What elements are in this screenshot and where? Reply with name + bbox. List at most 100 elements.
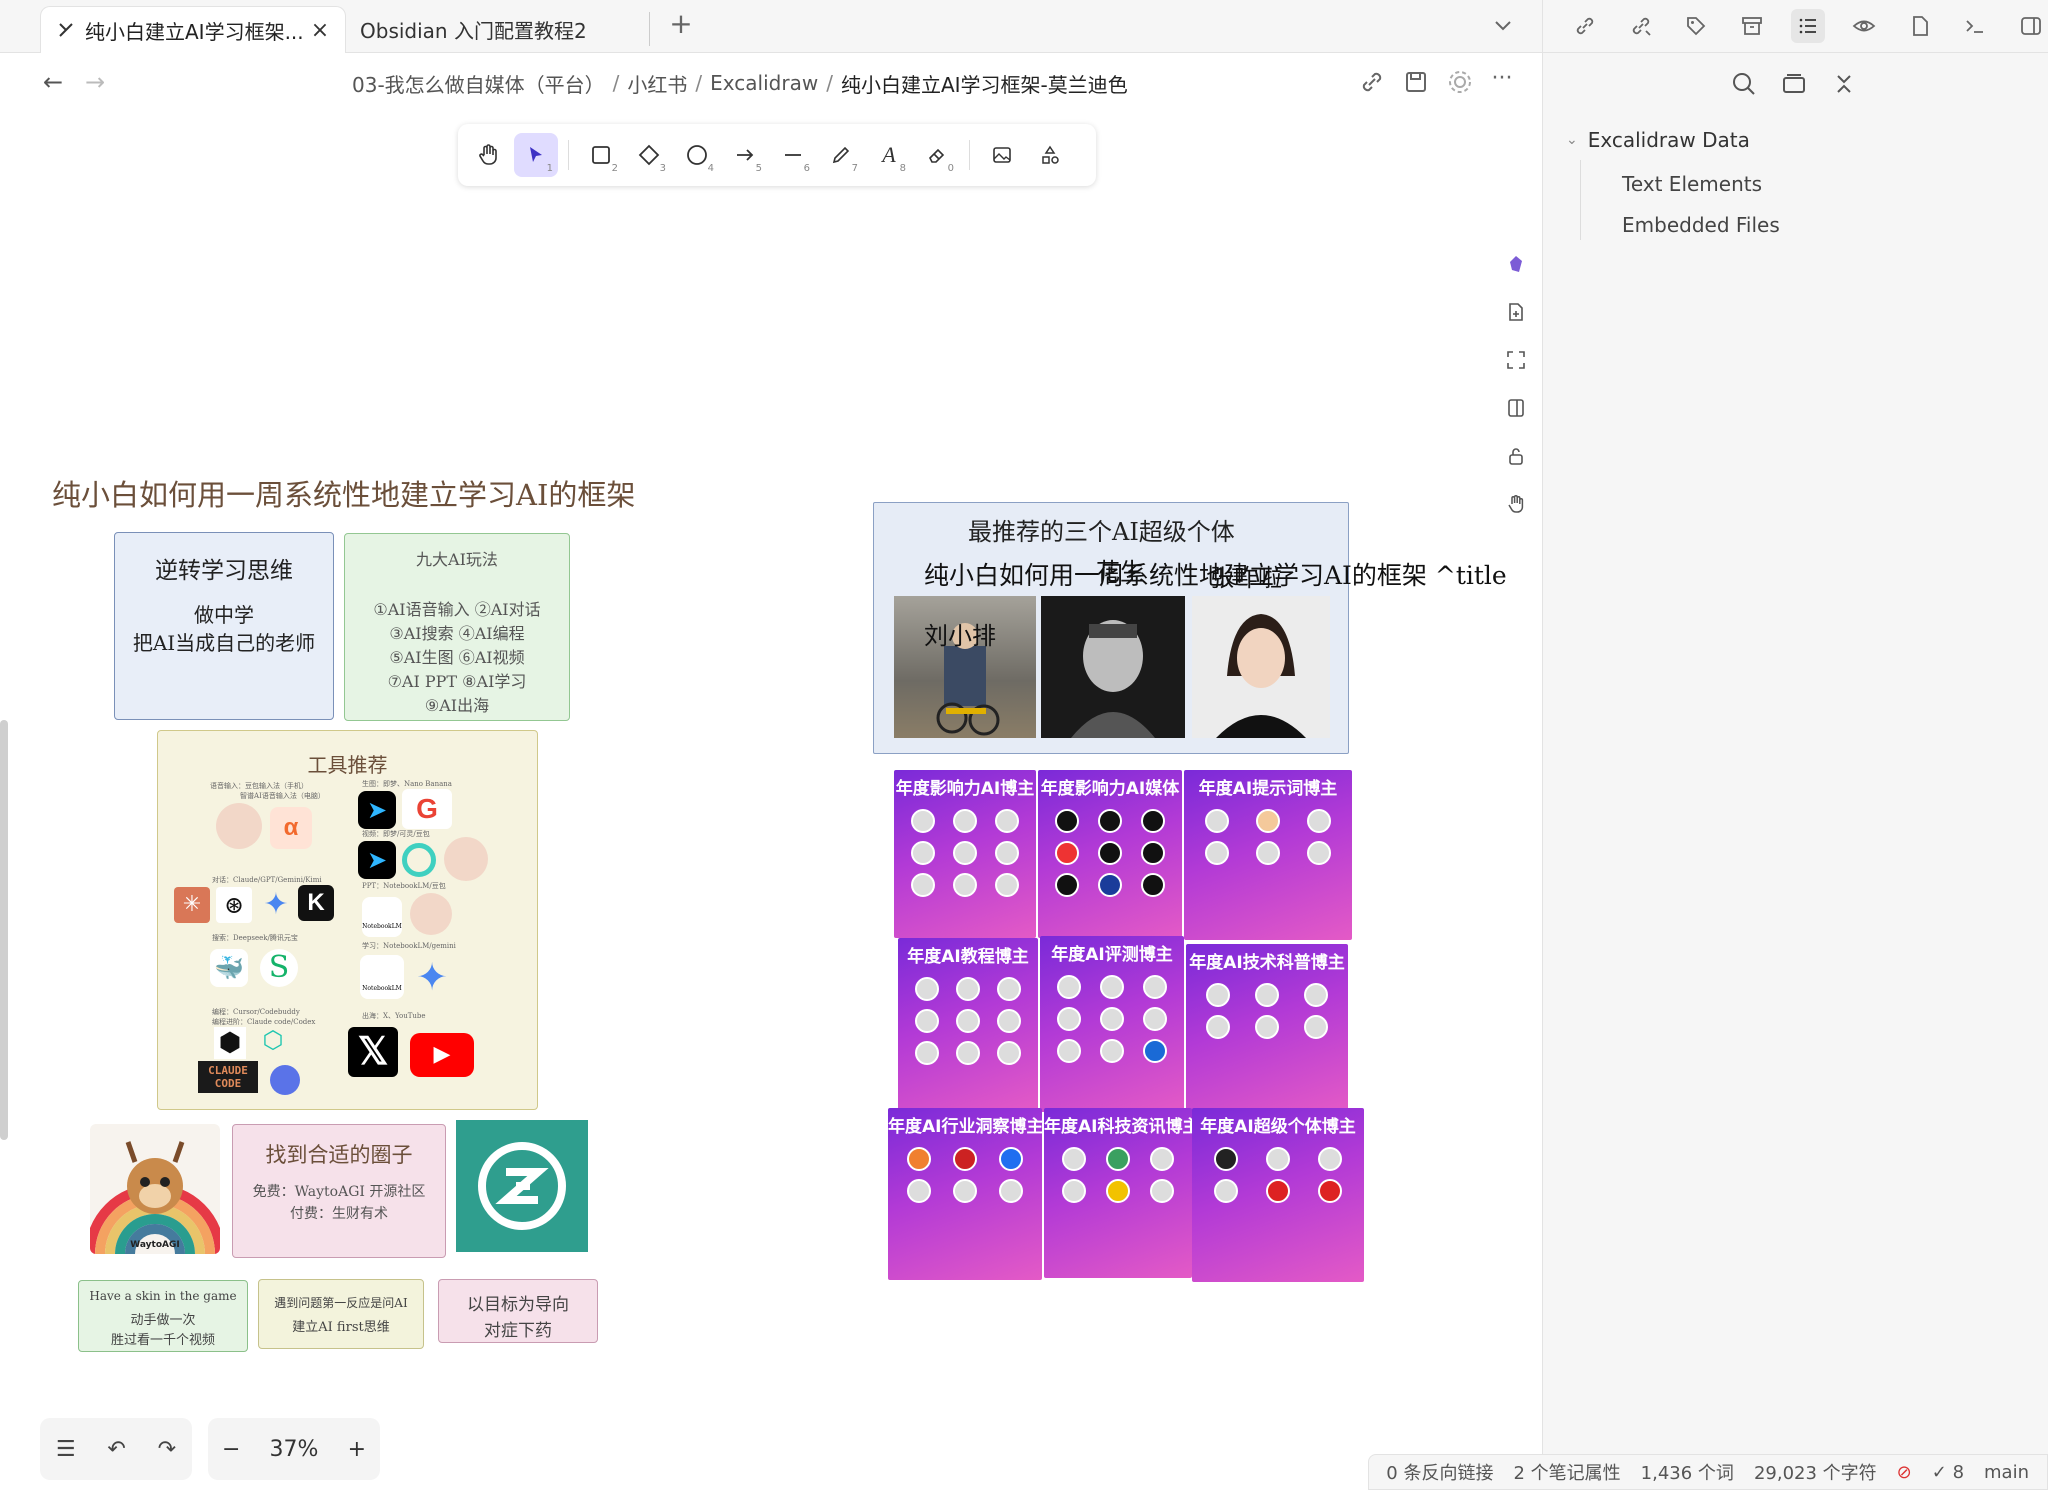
zoom-in-button[interactable]: + — [348, 1437, 366, 1462]
eraser-icon[interactable]: 0 — [915, 133, 959, 177]
breadcrumb: 03-我怎么做自媒体（平台） / 小红书 / Excalidraw / 纯小白建… — [352, 68, 1128, 98]
breadcrumb-current[interactable]: 纯小白建立AI学习框架-莫兰迪色 — [841, 69, 1128, 98]
poster-tutorial-blogger[interactable]: 年度AI教程博主 — [898, 938, 1038, 1110]
badge-ai-first[interactable]: 遇到问题第一反应是问AI 建立AI first思维 — [258, 1279, 424, 1349]
collapse-view-icon[interactable] — [1780, 70, 1810, 100]
tools-recommend-card[interactable]: 工具推荐 语音输入：豆包输入法（手机） 智谱AI语音输入法（电脑） 对话：Cla… — [157, 730, 538, 1110]
zoom-control: − 37% + — [208, 1418, 380, 1480]
pointer-icon[interactable]: 1 — [514, 133, 558, 177]
status-backlinks[interactable]: 0 条反向链接 — [1386, 1459, 1493, 1485]
tab-excalidraw[interactable]: 纯小白建立AI学习框架... × — [40, 6, 346, 53]
sync-off-icon[interactable]: ⊘ — [1897, 1462, 1912, 1483]
right-sidebar-tabs — [1542, 0, 2048, 53]
search-icon[interactable] — [1730, 70, 1760, 100]
right-sidebar — [1542, 0, 2048, 1490]
chevron-down-icon[interactable]: ⌄ — [1566, 132, 1578, 148]
breadcrumb-item[interactable]: 小红书 — [627, 69, 687, 98]
doubao-avatar-icon — [216, 803, 262, 849]
poster-superindividual-blogger[interactable]: 年度AI超级个体博主 — [1192, 1108, 1364, 1282]
poster-science-blogger[interactable]: 年度AI技术科普博主 — [1186, 944, 1348, 1112]
chevron-down-icon[interactable] — [1488, 10, 1518, 40]
jimeng-icon: ➤ — [358, 791, 396, 829]
zoom-out-button[interactable]: − — [222, 1437, 240, 1462]
breadcrumb-item[interactable]: Excalidraw — [710, 71, 818, 95]
zsxq-logo-image — [456, 1120, 588, 1252]
canvas-scrollbar[interactable] — [0, 720, 8, 1140]
tags-icon[interactable] — [1680, 9, 1714, 43]
settings-gear-icon[interactable] — [1446, 68, 1474, 96]
tab-label: Obsidian 入门配置教程2 — [360, 18, 587, 43]
fullscreen-icon[interactable] — [1494, 336, 1538, 384]
line-icon[interactable]: 6 — [771, 133, 815, 177]
codebuddy-icon: ⬡ — [262, 1026, 284, 1054]
back-arrow-icon[interactable]: ← — [40, 70, 66, 96]
split-view-icon[interactable] — [1494, 384, 1538, 432]
shapes-library-icon[interactable] — [1028, 133, 1072, 177]
outline-list-icon[interactable] — [1791, 9, 1825, 43]
archive-icon[interactable] — [1735, 9, 1769, 43]
gemini-icon: ✦ — [263, 887, 289, 922]
poster-prompt-blogger[interactable]: 年度AI提示词博主 — [1184, 770, 1352, 940]
poster-industry-blogger[interactable]: 年度AI行业洞察博主 — [888, 1108, 1042, 1280]
outline-item-embedded-files[interactable]: Embedded Files — [1622, 213, 1780, 237]
claude-icon: ✳ — [174, 887, 210, 923]
canvas-main-title[interactable]: 纯小白如何用一周系统性地建立学习AI的框架 — [52, 472, 635, 514]
diamond-icon[interactable]: 3 — [627, 133, 671, 177]
poster-influential-media[interactable]: 年度影响力AI媒体 — [1038, 770, 1182, 938]
canvas-side-tools — [1494, 240, 1538, 526]
outline-item-text-elements[interactable]: Text Elements — [1622, 172, 1762, 196]
reverse-thinking-card[interactable]: 逆转学习思维 做中学 把AI当成自己的老师 — [114, 532, 334, 720]
status-chars: 29,023 个字符 — [1753, 1463, 1877, 1484]
close-icon[interactable]: × — [309, 18, 331, 43]
codex-icon — [270, 1065, 300, 1095]
tab-obsidian[interactable]: Obsidian 入门配置教程2 — [350, 12, 650, 46]
nine-ai-uses-card[interactable]: 九大AI玩法 ①AI语音输入 ②AI对话 ③AI搜索 ④AI编程 ⑤AI生图 ⑥… — [344, 533, 570, 721]
undo-icon[interactable]: ↶ — [107, 1437, 125, 1462]
status-properties[interactable]: 2 个笔记属性 — [1513, 1459, 1620, 1485]
recommend-title: 最推荐的三个AI超级个体 — [968, 518, 1235, 546]
redo-icon[interactable]: ↷ — [158, 1437, 176, 1462]
status-sync[interactable]: ✓ 8 — [1932, 1462, 1964, 1483]
new-file-icon[interactable] — [1494, 288, 1538, 336]
arrow-icon[interactable]: 5 — [723, 133, 767, 177]
file-icon[interactable] — [1903, 9, 1937, 43]
tab-label: 纯小白建立AI学习框架... — [85, 19, 304, 44]
gemini-learn-icon: ✦ — [416, 955, 448, 999]
pan-hand-icon[interactable] — [1494, 480, 1538, 528]
rectangle-icon[interactable]: 2 — [579, 133, 623, 177]
breadcrumb-item[interactable]: 03-我怎么做自媒体（平台） — [352, 69, 605, 98]
poster-news-blogger[interactable]: 年度AI科技资讯博主 — [1044, 1108, 1192, 1278]
image-icon[interactable] — [980, 133, 1024, 177]
save-icon[interactable] — [1402, 68, 1430, 96]
obsidian-icon[interactable] — [1494, 240, 1538, 288]
outline-root[interactable]: ⌄ Excalidraw Data — [1566, 128, 1750, 152]
forward-arrow-icon[interactable]: → — [82, 70, 108, 96]
badge-goal-oriented[interactable]: 以目标为导向 对症下药 — [438, 1279, 598, 1343]
status-branch[interactable]: main — [1984, 1462, 2029, 1483]
pencil-icon[interactable]: 7 — [819, 133, 863, 177]
find-community-card[interactable]: 找到合适的圈子 免费：WaytoAGI 开源社区 付费：生财有术 — [232, 1124, 446, 1258]
link-icon[interactable] — [1358, 68, 1386, 96]
new-tab-button[interactable]: + — [664, 10, 698, 40]
eye-icon[interactable] — [1847, 9, 1881, 43]
menu-icon[interactable]: ☰ — [56, 1437, 76, 1462]
hand-icon[interactable] — [466, 133, 510, 177]
terminal-icon[interactable] — [1958, 9, 1992, 43]
kling-icon — [402, 843, 436, 877]
toggle-sidebar-icon[interactable] — [2014, 9, 2048, 43]
lock-icon[interactable] — [1494, 432, 1538, 480]
poster-influential-blogger[interactable]: 年度影响力AI博主 — [894, 770, 1036, 938]
notebooklm-icon: NotebookLM — [362, 897, 402, 937]
name-zhang-zala: 张咋啦 — [1210, 564, 1282, 592]
text-icon[interactable]: A8 — [867, 133, 911, 177]
more-options-icon[interactable]: ··· — [1488, 68, 1516, 96]
x-twitter-icon: 𝕏 — [348, 1027, 398, 1077]
poster-review-blogger[interactable]: 年度AI评测博主 — [1040, 936, 1184, 1112]
badge-skin-in-game[interactable]: Have a skin in the game 动手做一次 胜过看一千个视频 — [78, 1280, 248, 1352]
collapse-all-icon[interactable] — [1830, 70, 1860, 100]
backlinks-icon[interactable] — [1568, 9, 1602, 43]
ellipse-icon[interactable]: 4 — [675, 133, 719, 177]
outgoing-links-icon[interactable] — [1624, 9, 1658, 43]
zoom-level[interactable]: 37% — [270, 1437, 319, 1462]
notebooklm-learn-icon: NotebookLM — [360, 955, 404, 999]
